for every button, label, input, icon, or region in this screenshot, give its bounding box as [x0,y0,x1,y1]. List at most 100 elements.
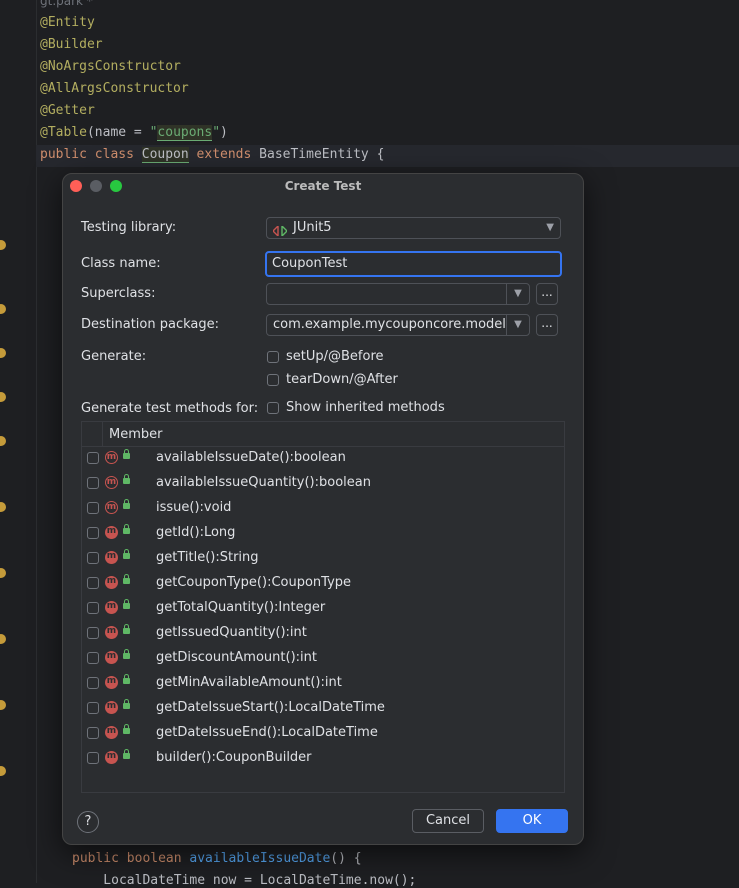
code-token: BaseTimeEntity { [259,147,385,162]
member-checkbox[interactable] [87,577,99,589]
member-name: getId():Long [156,525,236,540]
table-row[interactable]: m getMinAvailableAmount():int [82,671,564,696]
code-line[interactable]: @Getter [40,103,95,118]
member-name: getDateIssueStart():LocalDateTime [156,700,385,715]
table-row[interactable]: m getCouponType():CouponType [82,571,564,596]
table-row[interactable]: m getTitle():String [82,546,564,571]
code-line[interactable]: @Builder [40,37,103,52]
editor-tab-hint: gt.park * [40,0,93,8]
getter-method-icon: m [105,676,118,689]
table-row[interactable]: m availableIssueDate():boolean [82,446,564,471]
code-line[interactable]: @NoArgsConstructor [40,59,181,74]
member-checkbox[interactable] [87,477,99,489]
member-checkbox[interactable] [87,602,99,614]
test-methods-label: Generate test methods for: [81,401,259,416]
table-row[interactable]: m getDateIssueStart():LocalDateTime [82,696,564,721]
setup-checkbox-label[interactable]: setUp/@Before [286,349,384,364]
gutter-marker-icon[interactable] [0,700,6,710]
getter-method-icon: m [105,526,118,539]
table-row[interactable]: m issue():void [82,496,564,521]
member-name: availableIssueQuantity():boolean [156,475,371,490]
teardown-checkbox[interactable] [267,374,279,386]
destination-package-browse-button[interactable]: ... [536,314,558,336]
table-row[interactable]: m builder():CouponBuilder [82,746,564,771]
method-icon: m [105,451,118,464]
gutter-marker-icon[interactable] [0,348,6,358]
chevron-down-icon[interactable]: ▼ [506,315,529,335]
table-row[interactable]: m getTotalQuantity():Integer [82,596,564,621]
gutter-marker-icon[interactable] [0,634,6,644]
code-line[interactable]: @Entity [40,15,95,30]
getter-method-icon: m [105,726,118,739]
member-checkbox[interactable] [87,502,99,514]
code-line[interactable]: @AllArgsConstructor [40,81,189,96]
generate-label: Generate: [81,349,147,364]
table-row[interactable]: m getIssuedQuantity():int [82,621,564,646]
ok-button[interactable]: OK [496,809,568,833]
destination-package-combo[interactable]: com.example.mycouponcore.model ▼ [266,314,530,336]
public-lock-icon [123,599,130,609]
testing-library-label: Testing library: [81,220,177,235]
member-checkbox[interactable] [87,652,99,664]
public-lock-icon [123,724,130,734]
member-checkbox[interactable] [87,727,99,739]
destination-package-value: com.example.mycouponcore.model [273,317,506,332]
public-lock-icon [123,574,130,584]
code-token: @Entity [40,15,95,30]
members-table[interactable]: Member m availableIssueDate():boolean m ava… [81,421,565,793]
superclass-combo[interactable]: ▼ [266,283,530,305]
public-lock-icon [123,449,130,459]
show-inherited-checkbox[interactable] [267,402,279,414]
show-inherited-label[interactable]: Show inherited methods [286,400,445,415]
chevron-down-icon[interactable]: ▼ [506,284,529,304]
code-line[interactable]: public class Coupon extends BaseTimeEnti… [40,147,385,163]
public-lock-icon [123,749,130,759]
member-checkbox[interactable] [87,677,99,689]
code-line[interactable]: LocalDateTime now = LocalDateTime.now(); [72,873,416,888]
table-row[interactable]: m getId():Long [82,521,564,546]
editor-gutter[interactable] [0,0,37,883]
getter-method-icon: m [105,651,118,664]
class-name-label: Class name: [81,256,161,271]
member-checkbox[interactable] [87,552,99,564]
table-row[interactable]: m getDiscountAmount():int [82,646,564,671]
gutter-marker-icon[interactable] [0,392,6,402]
gutter-marker-icon[interactable] [0,436,6,446]
member-name: getTotalQuantity():Integer [156,600,326,615]
code-line[interactable]: @Table(name = "coupons") [40,125,228,141]
cancel-button[interactable]: Cancel [412,809,484,833]
gutter-marker-icon[interactable] [0,240,6,250]
member-column-header[interactable]: Member [109,427,162,442]
member-checkbox[interactable] [87,752,99,764]
teardown-checkbox-label[interactable]: tearDown/@After [286,372,398,387]
members-table-header[interactable]: Member [82,422,564,447]
public-lock-icon [123,549,130,559]
help-button[interactable]: ? [77,811,99,833]
table-row[interactable]: m getDateIssueEnd():LocalDateTime [82,721,564,746]
gutter-marker-icon[interactable] [0,304,6,314]
destination-package-label: Destination package: [81,317,219,332]
gutter-marker-icon[interactable] [0,766,6,776]
getter-method-icon: m [105,576,118,589]
code-token: " [212,125,221,140]
code-token: coupons [157,125,213,141]
public-lock-icon [123,524,130,534]
member-checkbox[interactable] [87,702,99,714]
setup-checkbox[interactable] [267,351,279,363]
member-checkbox[interactable] [87,452,99,464]
table-row[interactable]: m availableIssueQuantity():boolean [82,471,564,496]
gutter-marker-icon[interactable] [0,568,6,578]
code-token: extends [188,147,260,162]
code-line[interactable]: public boolean availableIssueDate() { [72,851,362,866]
code-token: @Builder [40,37,103,52]
method-icon: m [105,476,118,489]
gutter-marker-icon[interactable] [0,502,6,512]
public-lock-icon [123,699,130,709]
testing-library-select[interactable]: JUnit5 ▼ [266,217,561,239]
class-name-input[interactable]: CouponTest [265,251,562,277]
member-checkbox[interactable] [87,627,99,639]
superclass-browse-button[interactable]: ... [536,283,558,305]
member-checkbox[interactable] [87,527,99,539]
superclass-label: Superclass: [81,286,156,301]
code-token: public boolean [72,851,190,866]
